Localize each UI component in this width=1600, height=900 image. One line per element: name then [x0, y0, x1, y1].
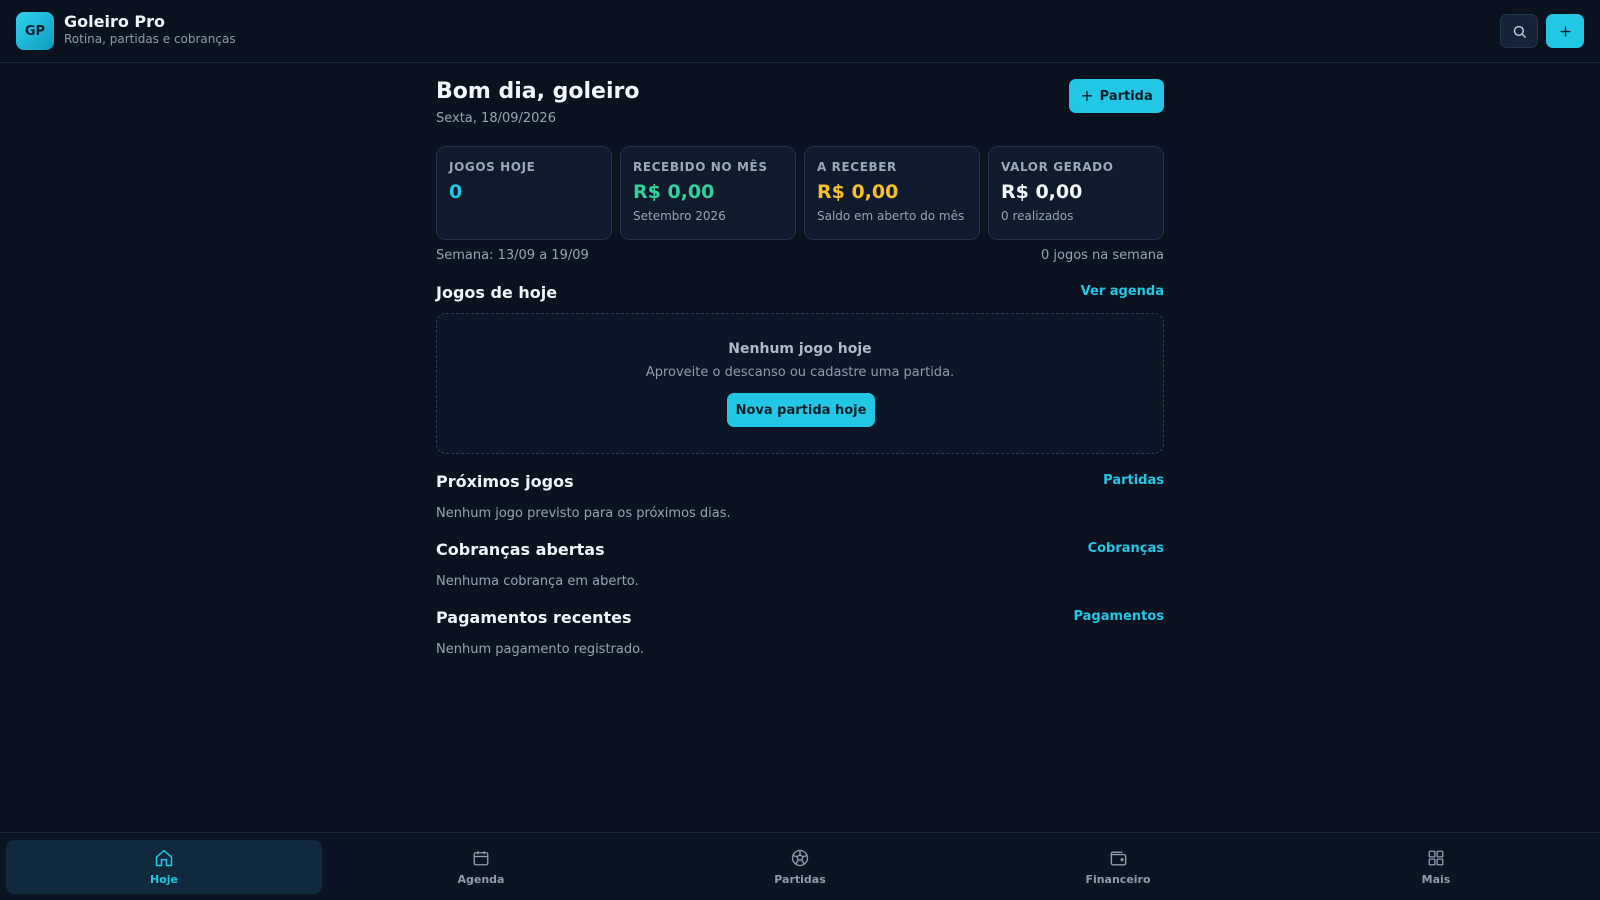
stat-label: A RECEBER: [817, 160, 897, 174]
stat-card-received-month: RECEBIDO NO MÊS R$ 0,00 Setembro 2026: [620, 146, 796, 240]
nav-label: Agenda: [457, 873, 505, 886]
stat-value: R$ 0,00: [1001, 181, 1083, 203]
app-subtitle: Rotina, partidas e cobranças: [64, 32, 236, 46]
page-title: Bom dia, goleiro: [436, 79, 640, 104]
stat-note: Saldo em aberto do mês: [817, 209, 965, 223]
stats-cards: JOGOS HOJE 0 RECEBIDO NO MÊS R$ 0,00 Set…: [436, 146, 1164, 240]
soccer-ball-icon: [790, 848, 810, 868]
stat-card-generated-value: VALOR GERADO R$ 0,00 0 realizados: [988, 146, 1164, 240]
new-match-button-label: Partida: [1099, 88, 1153, 104]
new-match-button[interactable]: + Partida: [1069, 79, 1164, 113]
stat-card-to-receive: A RECEBER R$ 0,00 Saldo em aberto do mês: [804, 146, 980, 240]
nav-label: Partidas: [774, 873, 826, 886]
payments-empty-text: Nenhum pagamento registrado.: [436, 642, 644, 657]
stat-card-games-today: JOGOS HOJE 0: [436, 146, 612, 240]
search-icon: [1513, 25, 1526, 38]
charges-empty-text: Nenhuma cobrança em aberto.: [436, 574, 639, 589]
nav-label: Hoje: [150, 873, 178, 886]
add-button[interactable]: [1546, 14, 1584, 48]
nav-item-financeiro[interactable]: Financeiro: [960, 840, 1276, 894]
stat-value: R$ 0,00: [817, 181, 899, 203]
nav-item-hoje[interactable]: Hoje: [6, 840, 322, 894]
plus-icon: +: [1080, 86, 1094, 105]
stat-label: RECEBIDO NO MÊS: [633, 160, 768, 174]
view-agenda-link[interactable]: Ver agenda: [1081, 284, 1164, 299]
search-button[interactable]: [1500, 14, 1538, 48]
app-logo: GP: [16, 12, 54, 50]
top-bar: GP Goleiro Pro Rotina, partidas e cobran…: [0, 0, 1600, 63]
home-icon: [154, 848, 174, 868]
bottom-navigation: Hoje Agenda Partidas Financeiro Mais: [0, 832, 1600, 900]
matches-link[interactable]: Partidas: [1103, 473, 1164, 488]
new-match-today-button[interactable]: Nova partida hoje: [727, 393, 875, 427]
empty-state-subtitle: Aproveite o descanso ou cadastre uma par…: [645, 365, 955, 380]
calendar-icon: [471, 848, 491, 868]
week-games-count: 0 jogos na semana: [1040, 248, 1164, 263]
nav-item-agenda[interactable]: Agenda: [323, 840, 639, 894]
week-range: Semana: 13/09 a 19/09: [436, 248, 589, 263]
charges-link[interactable]: Cobranças: [1088, 541, 1164, 556]
current-date: Sexta, 18/09/2026: [436, 111, 556, 126]
section-title-recent-payments: Pagamentos recentes: [436, 608, 632, 627]
wallet-icon: [1108, 848, 1128, 868]
grid-icon: [1426, 848, 1446, 868]
stat-note: Setembro 2026: [633, 209, 726, 223]
today-games-empty-state: Nenhum jogo hoje Aproveite o descanso ou…: [436, 313, 1164, 454]
stat-label: VALOR GERADO: [1001, 160, 1114, 174]
nav-item-partidas[interactable]: Partidas: [642, 840, 958, 894]
empty-state-title: Nenhum jogo hoje: [728, 341, 872, 357]
stat-value: 0: [449, 181, 463, 203]
nav-item-mais[interactable]: Mais: [1278, 840, 1594, 894]
stat-note: 0 realizados: [1001, 209, 1074, 223]
section-title-open-charges: Cobranças abertas: [436, 540, 605, 559]
upcoming-empty-text: Nenhum jogo previsto para os próximos di…: [436, 506, 731, 521]
section-title-today-games: Jogos de hoje: [436, 283, 558, 302]
plus-icon: [1559, 25, 1571, 37]
stat-value: R$ 0,00: [633, 181, 715, 203]
nav-label: Mais: [1421, 873, 1451, 886]
stat-label: JOGOS HOJE: [449, 160, 536, 174]
nav-label: Financeiro: [1085, 873, 1151, 886]
app-title: Goleiro Pro: [64, 12, 166, 31]
section-title-upcoming-games: Próximos jogos: [436, 472, 574, 491]
payments-link[interactable]: Pagamentos: [1073, 609, 1164, 624]
